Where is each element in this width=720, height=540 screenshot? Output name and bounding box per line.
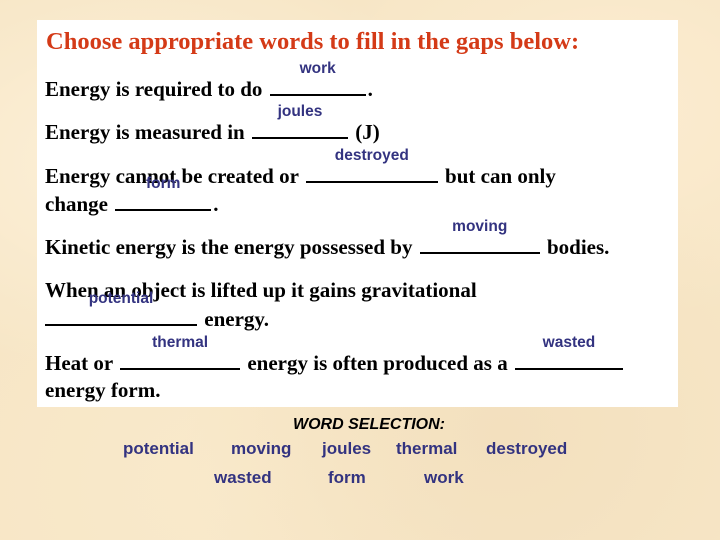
sentence-text: Kinetic energy is the energy possessed b… bbox=[45, 235, 413, 259]
word-option[interactable]: form bbox=[328, 468, 366, 488]
blank-field[interactable]: joules bbox=[251, 103, 348, 139]
sentence-4: Kinetic energy is the energy possessed b… bbox=[45, 218, 610, 261]
word-option[interactable]: destroyed bbox=[486, 439, 567, 459]
word-option[interactable]: wasted bbox=[214, 468, 272, 488]
word-option[interactable]: moving bbox=[231, 439, 291, 459]
answer-text: thermal bbox=[152, 334, 209, 351]
sentence-text: energy. bbox=[204, 307, 269, 331]
word-selection-title: WORD SELECTION: bbox=[293, 416, 445, 433]
blank-field[interactable]: thermal bbox=[120, 334, 241, 370]
answer-text: wasted bbox=[542, 334, 596, 351]
word-option[interactable]: thermal bbox=[396, 439, 457, 459]
answer-text: joules bbox=[277, 103, 323, 120]
sentence-text: . bbox=[367, 77, 373, 101]
sentence-text: (J) bbox=[355, 120, 380, 144]
sentence-1: Energy is required to do work. bbox=[45, 60, 373, 103]
blank-field[interactable]: potential bbox=[45, 290, 197, 326]
answer-text: potential bbox=[88, 290, 154, 307]
blank-field[interactable]: form bbox=[115, 175, 212, 211]
sentence-text: energy form. bbox=[45, 378, 161, 402]
answer-text: destroyed bbox=[334, 147, 409, 164]
sentence-6-cont: energy form. bbox=[45, 376, 160, 404]
sentence-5-cont: potential energy. bbox=[45, 290, 269, 333]
sentence-2: Energy is measured in joules (J) bbox=[45, 103, 380, 146]
sentence-text: change bbox=[45, 192, 108, 216]
blank-field[interactable]: moving bbox=[419, 218, 540, 254]
sentence-3-cont: change form. bbox=[45, 175, 219, 218]
sentence-6: Heat or thermal energy is often produced… bbox=[45, 334, 625, 377]
blank-field[interactable]: work bbox=[269, 60, 366, 96]
sentence-text: Energy is required to do bbox=[45, 77, 263, 101]
worksheet-card: Choose appropriate words to fill in the … bbox=[37, 20, 678, 407]
sentence-text: . bbox=[213, 192, 219, 216]
worksheet-title: Choose appropriate words to fill in the … bbox=[46, 28, 580, 55]
sentence-text: but can only bbox=[445, 164, 556, 188]
word-option[interactable]: joules bbox=[322, 439, 371, 459]
sentence-text: Heat or bbox=[45, 351, 113, 375]
blank-field[interactable]: destroyed bbox=[305, 147, 438, 183]
answer-text: work bbox=[299, 60, 336, 77]
answer-text: form bbox=[146, 175, 181, 192]
answer-text: moving bbox=[452, 218, 508, 235]
sentence-text: bodies. bbox=[546, 235, 610, 259]
sentence-text: Energy is measured in bbox=[45, 120, 245, 144]
sentence-text: energy is often produced as a bbox=[247, 351, 508, 375]
blank-field[interactable]: wasted bbox=[514, 334, 623, 370]
word-option[interactable]: potential bbox=[123, 439, 194, 459]
word-option[interactable]: work bbox=[424, 468, 464, 488]
